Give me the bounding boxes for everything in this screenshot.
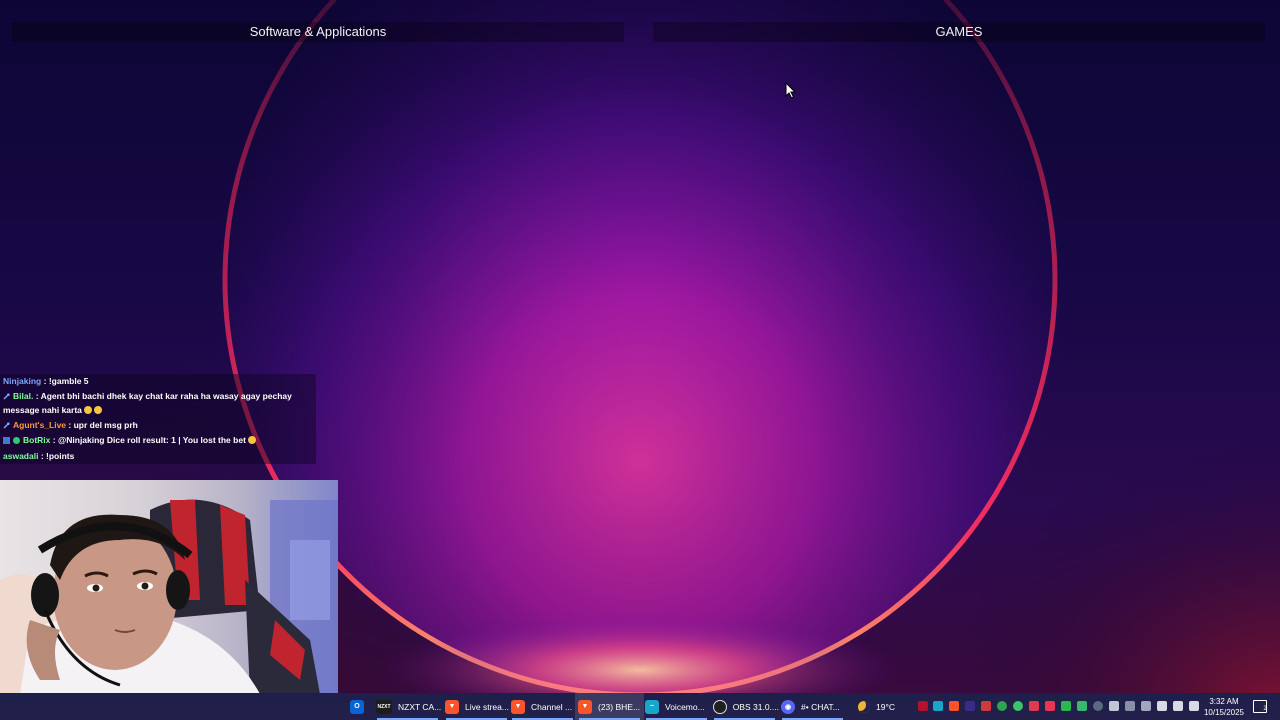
tray-mic-status-icon[interactable] (1157, 701, 1167, 711)
tray-steam-icon[interactable] (1093, 701, 1103, 711)
voicemod-icon: ~ (645, 699, 659, 714)
wrench-badge-icon (3, 390, 10, 400)
chat-username: BotRix (23, 435, 51, 445)
taskbar-app-voicemod[interactable]: ~ Voicemo... (642, 693, 711, 720)
stream-chat-overlay: Ninjaking : !gamble 5 Bilal. : Agent bhi… (0, 374, 316, 464)
chat-username: aswadali (3, 451, 39, 461)
chat-username: Bilal. (13, 391, 34, 401)
chat-username: Ninjaking (3, 376, 42, 386)
wrench-badge-icon (3, 419, 10, 429)
chat-message: Bilal. : Agent bhi bachi dhek kay chat k… (3, 389, 292, 403)
notification-count: 2 (1263, 706, 1267, 712)
chat-message-continued: message nahi karta (3, 403, 102, 417)
network-icon[interactable] (1173, 701, 1183, 711)
taskbar-app-discord[interactable]: ◉ #• CHAT... (778, 693, 847, 720)
taskbar-app-label: OBS 31.0.... (732, 701, 779, 712)
bot-badge-icon (3, 437, 10, 444)
tray-green-app-icon[interactable] (997, 701, 1007, 711)
chat-message: Agunt's_Live : upr del msg prh (3, 418, 138, 432)
chat-message: Ninjaking : !gamble 5 (3, 374, 89, 388)
taskbar-app-label: Voicemo... (665, 701, 705, 712)
tray-mic-icon[interactable] (981, 701, 991, 711)
weather-widget[interactable]: 19°C (858, 693, 906, 720)
taskbar-app-obs[interactable]: OBS 31.0.... (710, 693, 779, 720)
tray-muted-icon[interactable] (1125, 701, 1135, 711)
brave-icon: ▼ (578, 699, 592, 714)
green-badge-icon (13, 437, 20, 444)
taskbar-app-brave-live[interactable]: ▼ Live strea... (442, 693, 511, 720)
weather-temperature: 19°C (876, 701, 895, 712)
tray-n-app-icon[interactable] (965, 701, 975, 711)
taskbar-app-label: NZXT CA... (398, 701, 442, 712)
desktop-group-header-games[interactable]: GAMES (653, 22, 1265, 42)
chat-text: : Agent bhi bachi dhek kay chat kar raha… (35, 391, 292, 401)
webcam-feed (0, 480, 338, 694)
tray-play-icon[interactable] (1061, 701, 1071, 711)
chat-text: : upr del msg prh (68, 420, 138, 430)
tray-device-icon[interactable] (1141, 701, 1151, 711)
chat-text: : !points (40, 451, 75, 461)
chat-message: BotRix : @Ninjaking Dice roll result: 1 … (3, 433, 256, 447)
taskbar-app-label: (23) BHE... (598, 701, 641, 712)
taskbar-app-label: Live strea... (465, 701, 509, 712)
nzxt-icon: NZXT (376, 699, 392, 714)
obs-icon (713, 699, 727, 714)
taskbar-app-brave-bhe[interactable]: ▼ (23) BHE... (575, 693, 644, 720)
clock-time: 3:32 AM (1209, 697, 1239, 706)
laughing-emoji-icon (93, 406, 102, 414)
brave-icon: ▼ (511, 699, 525, 714)
mouse-cursor-icon (785, 82, 797, 99)
chat-text: : @Ninjaking Dice roll result: 1 | You l… (52, 435, 246, 445)
tray-voicemod-icon[interactable] (933, 701, 943, 711)
taskbar-app-brave-channel[interactable]: ▼ Channel ... (508, 693, 577, 720)
laughing-emoji-icon (83, 406, 92, 414)
taskbar-app-label: Channel ... (531, 701, 573, 712)
tray-brave-icon[interactable] (949, 701, 959, 711)
moon-icon (858, 700, 870, 713)
chat-text: : !gamble 5 (43, 376, 89, 386)
outlook-taskbar-button[interactable]: O (346, 693, 368, 720)
tray-arrow-icon[interactable] (1077, 701, 1087, 711)
outlook-icon: O (350, 699, 364, 714)
tray-microphone-icon[interactable] (1029, 701, 1039, 711)
discord-icon: ◉ (781, 699, 795, 714)
tray-circle-app-icon[interactable] (1013, 701, 1023, 711)
tray-red-app-icon[interactable] (918, 701, 928, 711)
webcam-streamer-image (0, 499, 338, 694)
chat-username: Agunt's_Live (13, 420, 67, 430)
smile-emoji-icon (247, 436, 256, 444)
chat-text: message nahi karta (3, 405, 82, 415)
tray-record-icon[interactable] (1045, 701, 1055, 711)
chat-message: aswadali : !points (3, 449, 74, 463)
tray-windows-icon[interactable] (1109, 701, 1119, 711)
taskbar-app-nzxt[interactable]: NZXT NZXT CA... (373, 693, 442, 720)
taskbar: O NZXT NZXT CA... ▼ Live strea... ▼ Chan… (0, 693, 1280, 720)
taskbar-app-label: #• CHAT... (801, 701, 840, 712)
desktop-group-header-software[interactable]: Software & Applications (12, 22, 624, 42)
taskbar-clock[interactable]: 3:32 AM 10/15/2025 (1198, 696, 1250, 718)
clock-date: 10/15/2025 (1203, 708, 1245, 717)
brave-icon: ▼ (445, 699, 459, 714)
